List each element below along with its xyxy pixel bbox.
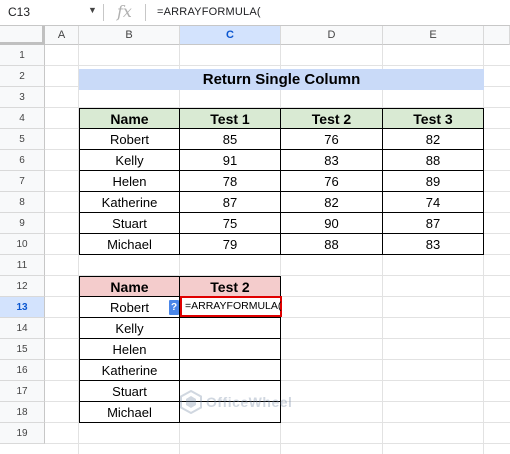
table2-header-cell[interactable]: Name [79,276,180,297]
row-header-19[interactable]: 19 [0,423,45,444]
watermark: OfficeWheel [180,390,292,414]
gridline-h [45,443,510,444]
title-cell[interactable]: Return Single Column [79,69,484,90]
row-header-2[interactable]: 2 [0,66,45,87]
row-header-12[interactable]: 12 [0,276,45,297]
table1-cell[interactable]: 82 [383,129,484,150]
formula-bar: C13 ▼ fx =ARRAYFORMULA( [0,0,510,26]
table2-name-cell[interactable]: Kelly [79,318,180,339]
row-header-15[interactable]: 15 [0,339,45,360]
table2-test2-cell[interactable] [180,360,281,381]
watermark-text: OfficeWheel [206,394,293,410]
row-header-3[interactable]: 3 [0,87,45,108]
formula-input[interactable]: =ARRAYFORMULA( [157,6,261,18]
row-header-8[interactable]: 8 [0,192,45,213]
table2-name-cell[interactable]: Robert [79,297,180,318]
column-header-e[interactable]: E [383,26,484,45]
fx-icon: fx [117,2,132,21]
row-header-18[interactable]: 18 [0,402,45,423]
formula-help-badge[interactable]: ? [169,300,179,315]
chevron-down-icon[interactable]: ▼ [88,5,97,15]
officewheel-logo-icon [180,390,202,414]
table1-cell[interactable]: Michael [79,234,180,255]
column-header-c[interactable]: C [180,26,281,45]
row-header-17[interactable]: 17 [0,381,45,402]
column-header-b[interactable]: B [79,26,180,45]
table1-cell[interactable]: 75 [180,213,281,234]
table2-name-cell[interactable]: Katherine [79,360,180,381]
table1-cell[interactable]: 76 [281,171,383,192]
table1-cell[interactable]: 87 [180,192,281,213]
row-header-6[interactable]: 6 [0,150,45,171]
table1-cell[interactable]: 76 [281,129,383,150]
table1-cell[interactable]: Katherine [79,192,180,213]
row-header-13[interactable]: 13 [0,297,45,318]
active-cell-c13[interactable]: =ARRAYFORMULA( [180,296,282,317]
table1-cell[interactable]: 88 [383,150,484,171]
select-all-corner[interactable] [0,26,45,45]
table2-test2-cell[interactable] [180,318,281,339]
table1-cell[interactable]: 85 [180,129,281,150]
formula-bar-divider [103,4,104,21]
column-header-d[interactable]: D [281,26,383,45]
table1-cell[interactable]: Kelly [79,150,180,171]
table1-cell[interactable]: 74 [383,192,484,213]
table2-name-cell[interactable]: Helen [79,339,180,360]
row-header-4[interactable]: 4 [0,108,45,129]
formula-bar-divider-2 [145,4,146,21]
row-header-7[interactable]: 7 [0,171,45,192]
table1-cell[interactable]: 87 [383,213,484,234]
table2-name-cell[interactable]: Stuart [79,381,180,402]
table1-cell[interactable]: 88 [281,234,383,255]
table1-cell[interactable]: Helen [79,171,180,192]
table1-header-cell[interactable]: Test 1 [180,108,281,129]
table2-header-cell[interactable]: Test 2 [180,276,281,297]
name-box-ref: C13 [8,5,31,19]
row-header-10[interactable]: 10 [0,234,45,255]
table1-cell[interactable]: 78 [180,171,281,192]
column-header-overflow[interactable] [484,26,510,45]
table1-header-cell[interactable]: Name [79,108,180,129]
table1-cell[interactable]: 89 [383,171,484,192]
row-header-9[interactable]: 9 [0,213,45,234]
table1-cell[interactable]: 90 [281,213,383,234]
column-header-a[interactable]: A [45,26,79,45]
table1-header-cell[interactable]: Test 2 [281,108,383,129]
row-header-14[interactable]: 14 [0,318,45,339]
table1-cell[interactable]: Robert [79,129,180,150]
row-header-11[interactable]: 11 [0,255,45,276]
table1-cell[interactable]: 83 [281,150,383,171]
table1-header-cell[interactable]: Test 3 [383,108,484,129]
row-header-16[interactable]: 16 [0,360,45,381]
name-box[interactable]: C13 ▼ [0,0,103,25]
table2-test2-cell[interactable] [180,339,281,360]
table1-cell[interactable]: Stuart [79,213,180,234]
table1-cell[interactable]: 79 [180,234,281,255]
table1-cell[interactable]: 91 [180,150,281,171]
row-header-1[interactable]: 1 [0,45,45,66]
table1-cell[interactable]: 82 [281,192,383,213]
table1-cell[interactable]: 83 [383,234,484,255]
row-header-5[interactable]: 5 [0,129,45,150]
gridline-h [45,65,510,66]
table2-name-cell[interactable]: Michael [79,402,180,423]
